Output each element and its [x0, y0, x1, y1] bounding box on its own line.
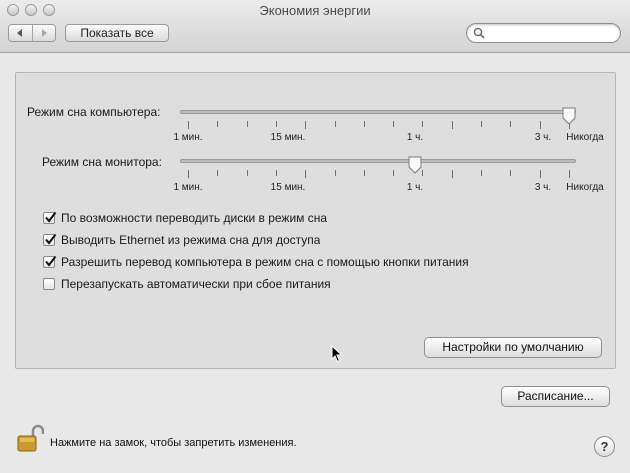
slider-tick	[188, 170, 189, 178]
slider-tick	[452, 170, 453, 178]
slider-tick	[569, 170, 570, 178]
search-icon	[473, 27, 485, 39]
search-input[interactable]	[489, 26, 614, 40]
display-sleep-tick-label-1min: 1 мин.	[173, 182, 203, 193]
schedule-button[interactable]: Расписание...	[501, 386, 610, 407]
option-wake-ethernet[interactable]: Выводить Ethernet из режима сна для дост…	[43, 233, 331, 247]
slider-tick	[510, 121, 511, 127]
display-sleep-label: Режим сна монитора:	[42, 155, 162, 169]
restore-defaults-button[interactable]: Настройки по умолчанию	[424, 337, 602, 358]
option-power-button-sleep[interactable]: Разрешить перевод компьютера в режим сна…	[43, 255, 523, 269]
slider-tick	[247, 170, 248, 176]
computer-sleep-tick-label-1h: 1 ч.	[406, 132, 424, 143]
computer-sleep-slider-knob[interactable]	[562, 107, 576, 125]
display-sleep-slider-track[interactable]	[180, 159, 576, 163]
slider-tick	[364, 121, 365, 127]
option-label: Разрешить перевод компьютера в режим сна…	[61, 255, 469, 269]
lock-hint-text: Нажмите на замок, чтобы запретить измене…	[50, 437, 297, 449]
computer-sleep-tick-label-3h: 3 ч.	[534, 132, 552, 143]
slider-tick	[393, 121, 394, 127]
option-label: Выводить Ethernet из режима сна для дост…	[61, 233, 321, 247]
slider-tick	[217, 170, 218, 176]
checkbox[interactable]	[43, 233, 57, 246]
title-bar: Экономия энергии Показать все	[0, 0, 630, 53]
computer-sleep-tick-label-1min: 1 мин.	[173, 132, 203, 143]
nav-back-forward	[8, 24, 56, 42]
computer-sleep-tick-label-15min: 15 мин.	[270, 132, 306, 143]
slider-tick	[188, 121, 189, 129]
checkmark-icon	[45, 211, 57, 223]
computer-sleep-slider-track[interactable]	[180, 110, 576, 114]
checkmark-icon	[45, 233, 57, 245]
slider-tick	[247, 121, 248, 127]
slider-tick	[335, 170, 336, 176]
computer-sleep-tick-label-never: Никогда	[566, 132, 604, 143]
display-sleep-tick-label-never: Никогда	[566, 182, 604, 193]
back-arrow-icon	[17, 29, 23, 37]
help-button[interactable]: ?	[594, 436, 615, 457]
slider-tick	[217, 121, 218, 127]
slider-tick	[276, 170, 277, 176]
slider-tick	[276, 121, 277, 127]
checkbox[interactable]	[43, 255, 57, 268]
mouse-cursor-icon	[331, 345, 343, 363]
display-sleep-tick-label-15min: 15 мин.	[270, 182, 306, 193]
slider-tick	[335, 121, 336, 127]
option-auto-restart[interactable]: Перезапускать автоматически при сбое пит…	[43, 277, 373, 291]
computer-sleep-label: Режим сна компьютера:	[27, 105, 161, 119]
slider-tick	[540, 121, 541, 129]
slider-tick	[364, 170, 365, 176]
slider-tick	[481, 170, 482, 176]
option-label: По возможности переводить диски в режим …	[61, 211, 328, 225]
slider-tick	[305, 121, 306, 129]
slider-tick	[481, 121, 482, 127]
window-title: Экономия энергии	[259, 3, 371, 18]
search-field[interactable]	[466, 23, 621, 43]
option-disk-sleep[interactable]: По возможности переводить диски в режим …	[43, 211, 363, 225]
option-label: Перезапускать автоматически при сбое пит…	[61, 277, 331, 291]
display-sleep-tick-label-3h: 3 ч.	[534, 182, 552, 193]
checkbox[interactable]	[43, 211, 57, 224]
forward-arrow-icon	[41, 29, 47, 37]
slider-tick	[540, 170, 541, 178]
slider-tick	[393, 170, 394, 176]
slider-tick	[510, 170, 511, 176]
slider-tick	[305, 170, 306, 178]
checkmark-icon	[45, 255, 57, 267]
display-sleep-slider-knob[interactable]	[408, 156, 422, 174]
show-all-button[interactable]: Показать все	[65, 24, 169, 42]
slider-tick	[452, 121, 453, 129]
display-sleep-tick-label-1h: 1 ч.	[406, 182, 424, 193]
forward-button[interactable]	[33, 25, 56, 41]
checkbox[interactable]	[43, 278, 55, 290]
slider-tick	[422, 121, 423, 127]
slider-tick	[422, 170, 423, 176]
back-button[interactable]	[9, 25, 33, 41]
unlocked-padlock-icon[interactable]	[16, 424, 44, 454]
